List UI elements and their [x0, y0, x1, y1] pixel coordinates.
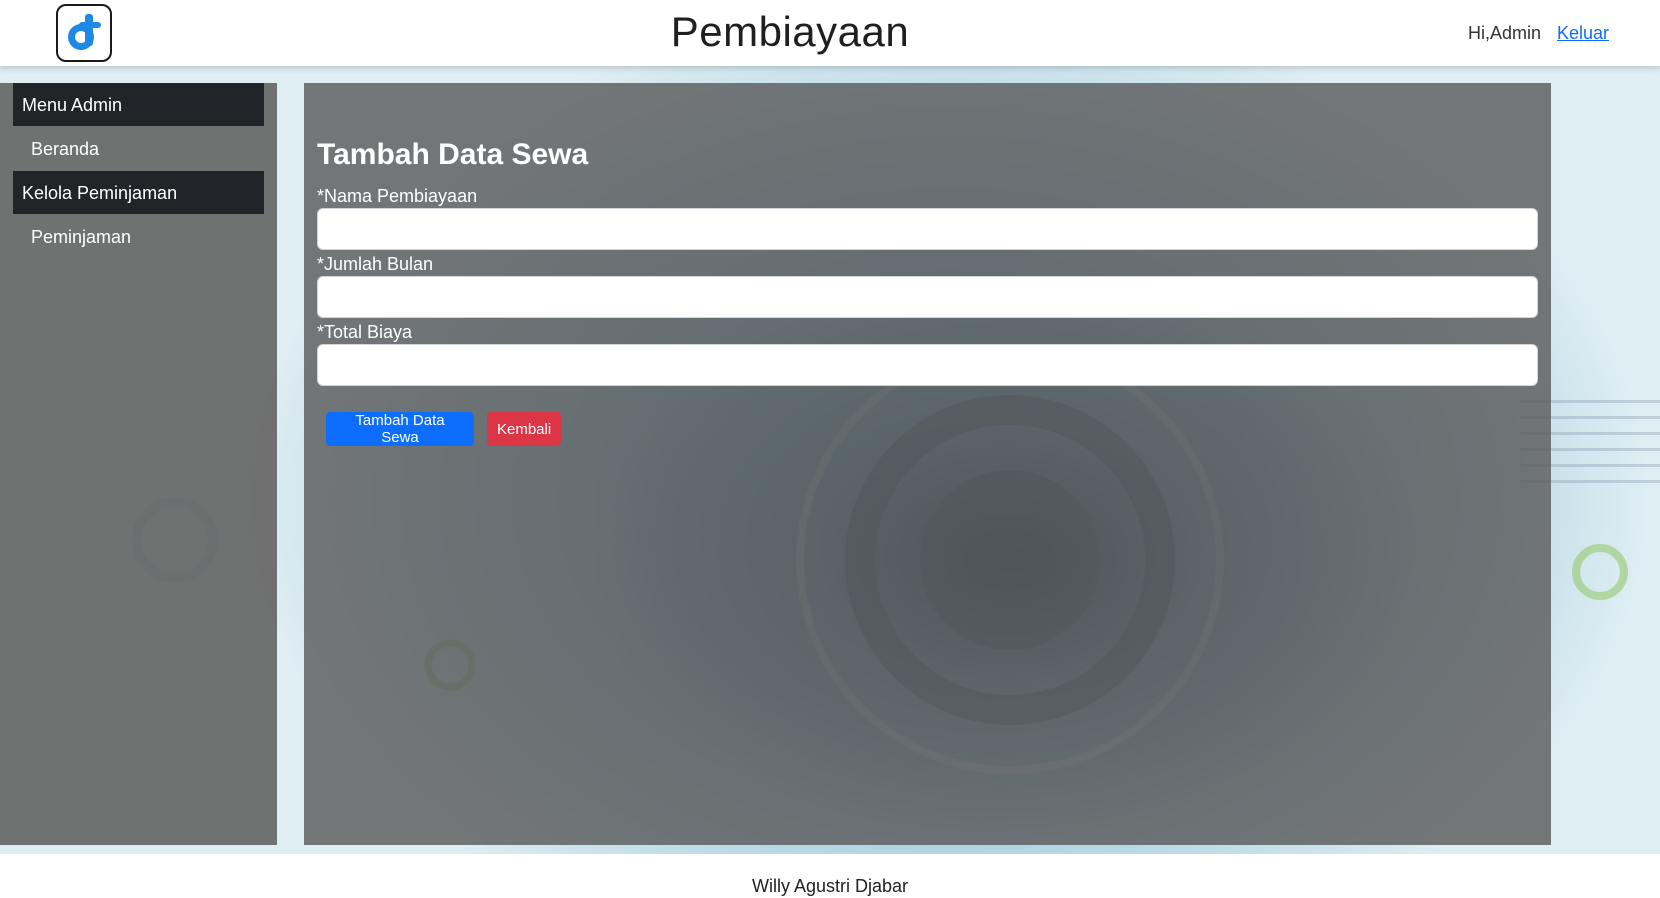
tambah-data-sewa-button[interactable]: Tambah Data Sewa [326, 412, 474, 446]
jumlah-bulan-label: *Jumlah Bulan [317, 254, 434, 274]
sidebar: Menu Admin Beranda Kelola Peminjaman Pem… [0, 83, 277, 845]
sidebar-item-peminjaman[interactable]: Peminjaman [31, 227, 131, 248]
sidebar-item-beranda[interactable]: Beranda [31, 139, 99, 160]
nama-pembiayaan-input[interactable] [317, 208, 1538, 250]
jumlah-bulan-input[interactable] [317, 276, 1538, 318]
form-panel: Tambah Data Sewa *Nama Pembiayaan *Jumla… [304, 83, 1551, 845]
sidebar-heading-kelola-peminjaman: Kelola Peminjaman [13, 171, 264, 214]
nama-pembiayaan-label: *Nama Pembiayaan [317, 186, 478, 206]
user-greeting: Hi,Admin [1468, 23, 1542, 43]
total-biaya-input[interactable] [317, 344, 1538, 386]
footer-credit: Willy Agustri Djabar [751, 876, 909, 896]
top-header: Pembiayaan Hi,Admin Keluar [0, 0, 1660, 66]
sidebar-heading-menu-admin: Menu Admin [13, 83, 264, 126]
footer: Willy Agustri Djabar [0, 854, 1660, 898]
logout-link[interactable]: Keluar [1557, 23, 1609, 44]
kembali-button[interactable]: Kembali [487, 412, 561, 446]
page-title: Pembiayaan [670, 8, 910, 55]
form-title: Tambah Data Sewa [317, 138, 589, 171]
total-biaya-label: *Total Biaya [317, 322, 413, 342]
